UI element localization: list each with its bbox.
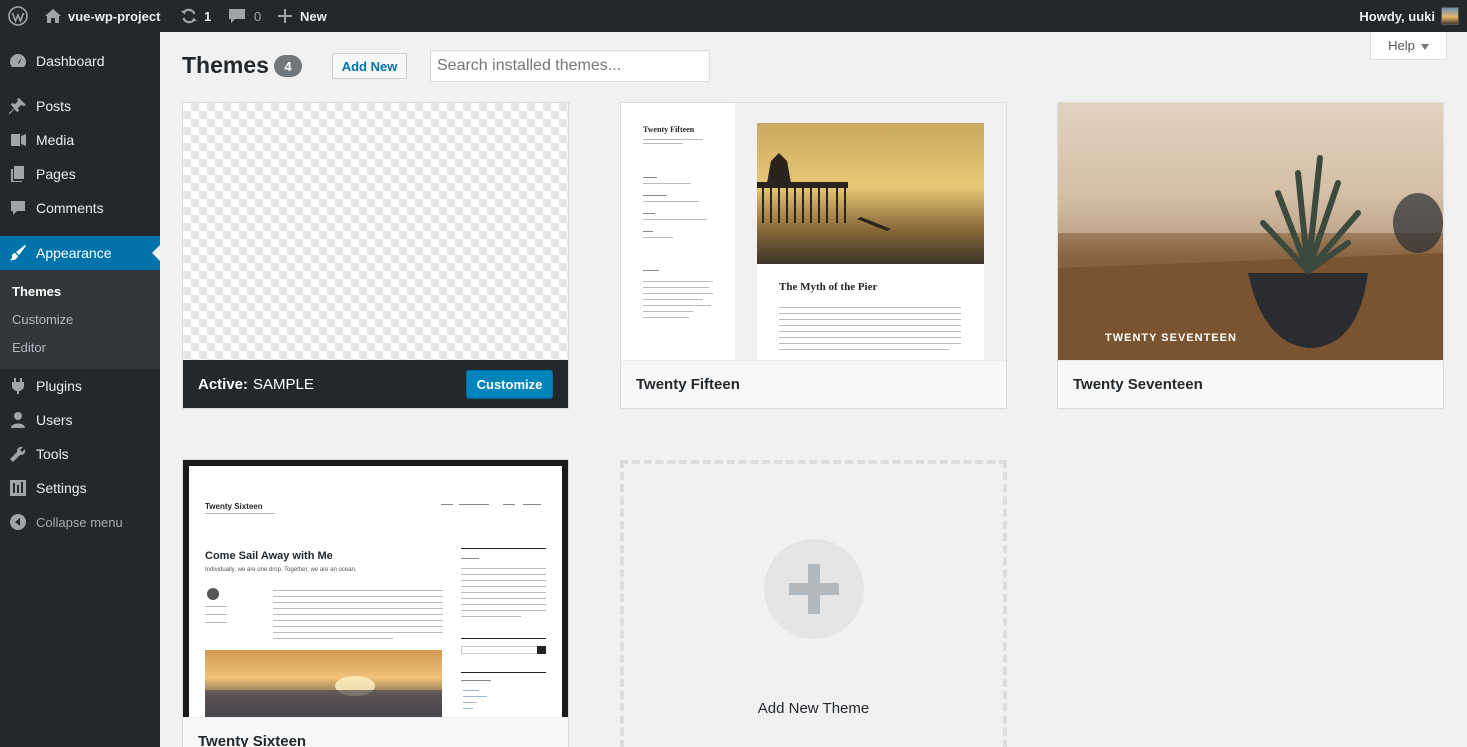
sidebar-item-label: Dashboard [36,53,105,69]
updates-icon [180,7,198,25]
screenshot-main: The Myth of the Pier [735,103,1006,360]
collapse-menu-label: Collapse menu [36,514,123,530]
theme-card-twenty-sixteen[interactable]: Twenty Sixteen Come Sail Away with Me In… [182,459,569,747]
plus-icon [278,9,292,23]
screenshot-site-title: Twenty Fifteen [643,125,695,134]
collapse-menu-button[interactable]: Collapse menu [0,505,160,539]
paintbrush-icon [0,244,36,262]
screenshot-site-title: Twenty Sixteen [205,502,263,511]
sidebar-item-dashboard[interactable]: Dashboard [0,44,160,78]
submenu-item-themes[interactable]: Themes [12,284,61,299]
theme-name: Twenty Seventeen [1058,360,1443,408]
new-label: New [300,8,327,24]
media-icon [0,131,36,149]
sidebar-item-plugins[interactable]: Plugins [0,369,160,403]
pushpin-icon [0,97,36,115]
comments-link[interactable]: 0 [228,0,261,32]
admin-bar: vue-wp-project 1 0 New Howdy, uuki [0,0,1467,32]
sidebar-item-media[interactable]: Media [0,123,160,157]
theme-card-twenty-fifteen[interactable]: Twenty Fifteen The Myth of the Pier Twen… [620,102,1007,409]
sidebar-item-label: Appearance [36,245,112,261]
theme-screenshot[interactable]: TWENTY SEVENTEEN [1058,103,1443,360]
pier-photo [756,123,984,264]
theme-screenshot[interactable]: Twenty Fifteen The Myth of the Pier [621,103,1006,360]
comments-count: 0 [254,8,262,24]
home-icon [44,8,62,24]
page-title: Themes [182,52,269,78]
theme-name: Twenty Fifteen [621,360,1006,408]
admin-sidebar: Dashboard Posts Media Pages Comments App… [0,32,160,747]
sidebar-item-tools[interactable]: Tools [0,437,160,471]
sidebar-item-comments[interactable]: Comments [0,191,160,225]
avatar [1441,7,1459,25]
sidebar-item-label: Users [36,412,73,428]
theme-screenshot[interactable]: Twenty Sixteen Come Sail Away with Me In… [183,460,568,717]
new-content-link[interactable]: New [278,0,327,32]
sidebar-item-settings[interactable]: Settings [0,471,160,505]
wrench-icon [0,445,36,463]
pages-icon [0,165,36,183]
add-new-button[interactable]: Add New [332,53,407,79]
screenshot-post-title: The Myth of the Pier [779,281,878,293]
screenshot-page: Twenty Sixteen Come Sail Away with Me In… [189,466,562,717]
site-name-link[interactable]: vue-wp-project [44,0,160,32]
sidebar-item-label: Settings [36,480,87,496]
screenshot-post-subtitle: Individually, we are one drop. Together,… [205,567,357,573]
wordpress-logo-icon[interactable] [8,0,28,32]
collapse-arrow-icon [0,514,36,530]
theme-name: SAMPLE [253,375,314,393]
sidebar-item-label: Comments [36,200,104,216]
sidebar-item-pages[interactable]: Pages [0,157,160,191]
theme-card-sample[interactable]: Active: SAMPLE Customize [182,102,569,409]
sidebar-item-users[interactable]: Users [0,403,160,437]
caret-down-icon [1420,38,1429,53]
theme-name: Twenty Sixteen [183,717,568,747]
my-account-link[interactable]: Howdy, uuki [1359,0,1459,32]
comments-icon [0,199,36,217]
users-icon [0,411,36,429]
settings-icon [0,479,36,497]
sidebar-item-label: Media [36,132,75,148]
site-name-label: vue-wp-project [68,8,161,24]
active-label: Active: [198,375,249,393]
comment-bubble-icon [228,8,246,24]
submenu-item-editor[interactable]: Editor [12,340,46,355]
sidebar-item-label: Pages [36,166,76,182]
submenu-item-customize[interactable]: Customize [12,312,73,327]
theme-count-badge: 4 [274,55,302,77]
screenshot-sidebar: Twenty Fifteen [621,103,735,360]
screenshot-post-title: Come Sail Away with Me [205,550,333,562]
add-new-theme-label: Add New Theme [757,700,870,717]
screenshot-site-title: TWENTY SEVENTEEN [1105,332,1237,344]
sunset-photo [205,650,442,717]
updates-link[interactable]: 1 [180,0,211,32]
customize-button[interactable]: Customize [466,370,553,398]
help-label: Help [1388,38,1415,53]
theme-screenshot[interactable] [183,103,568,360]
plugins-icon [0,377,36,395]
theme-card-twenty-seventeen[interactable]: TWENTY SEVENTEEN Twenty Seventeen [1057,102,1444,409]
sidebar-item-label: Plugins [36,378,82,394]
sidebar-item-posts[interactable]: Posts [0,89,160,123]
sidebar-item-appearance[interactable]: Appearance [0,236,160,270]
dashboard-icon [0,52,36,70]
search-themes-input[interactable] [430,50,710,82]
add-new-theme-card[interactable]: Add New Theme [620,460,1007,747]
updates-count: 1 [204,8,212,24]
theme-name-bar: Active: SAMPLE Customize [183,360,568,408]
add-theme-plus-icon [764,539,864,639]
sidebar-item-label: Posts [36,98,72,114]
help-tab-button[interactable]: Help [1370,32,1447,60]
howdy-text: Howdy, uuki [1359,8,1435,24]
plant-photo [1058,103,1443,360]
appearance-submenu: Themes Customize Editor [0,270,160,369]
sidebar-item-label: Tools [36,446,69,462]
